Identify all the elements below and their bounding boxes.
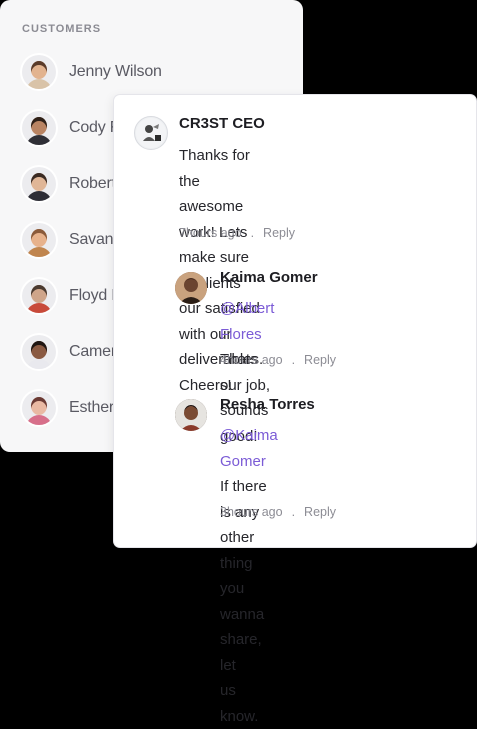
customer-row[interactable]: Jenny Wilson: [22, 54, 162, 90]
avatar[interactable]: [175, 399, 207, 431]
customers-heading: CUSTOMERS: [22, 23, 102, 35]
avatar: [22, 55, 56, 89]
comment-meta: 7hours ago. Reply: [179, 226, 295, 240]
avatar: [22, 279, 56, 313]
person-avatar-icon: [175, 399, 207, 431]
avatar[interactable]: [134, 116, 168, 150]
comments-panel: CR3ST CEO Thanks for the awesome work! L…: [114, 95, 476, 725]
comment-author[interactable]: Kaima Gomer: [220, 269, 318, 286]
mention-link[interactable]: @Kaima Gomer: [220, 427, 278, 470]
comment-time: 7hours ago: [179, 226, 242, 240]
meta-separator: .: [291, 505, 296, 519]
avatar: [22, 391, 56, 425]
avatar: [22, 335, 56, 369]
mention-link[interactable]: @Albert Flores: [220, 300, 274, 343]
comment-meta: 3hours ago. Reply: [220, 505, 336, 519]
reply-button[interactable]: Reply: [304, 505, 336, 519]
company-logo-icon: [136, 118, 166, 148]
person-avatar-icon: [175, 272, 207, 304]
reply-button[interactable]: Reply: [263, 226, 295, 240]
comment-author[interactable]: CR3ST CEO: [179, 115, 265, 132]
avatar: [22, 223, 56, 257]
comment-text: @Kaima Gomer If there is any other thing…: [220, 423, 278, 729]
avatar: [22, 167, 56, 201]
avatar[interactable]: [175, 272, 207, 304]
avatar: [22, 111, 56, 145]
meta-separator: .: [250, 226, 255, 240]
comment-text-line: us know.: [220, 682, 259, 725]
reply-button[interactable]: Reply: [304, 353, 336, 367]
customer-name: Jenny Wilson: [69, 63, 162, 80]
comment-meta: 4hours ago. Reply: [220, 353, 336, 367]
comment-time: 4hours ago: [220, 353, 283, 367]
comment-time: 3hours ago: [220, 505, 283, 519]
comment-author[interactable]: Resha Torres: [220, 396, 315, 413]
meta-separator: .: [291, 353, 296, 367]
